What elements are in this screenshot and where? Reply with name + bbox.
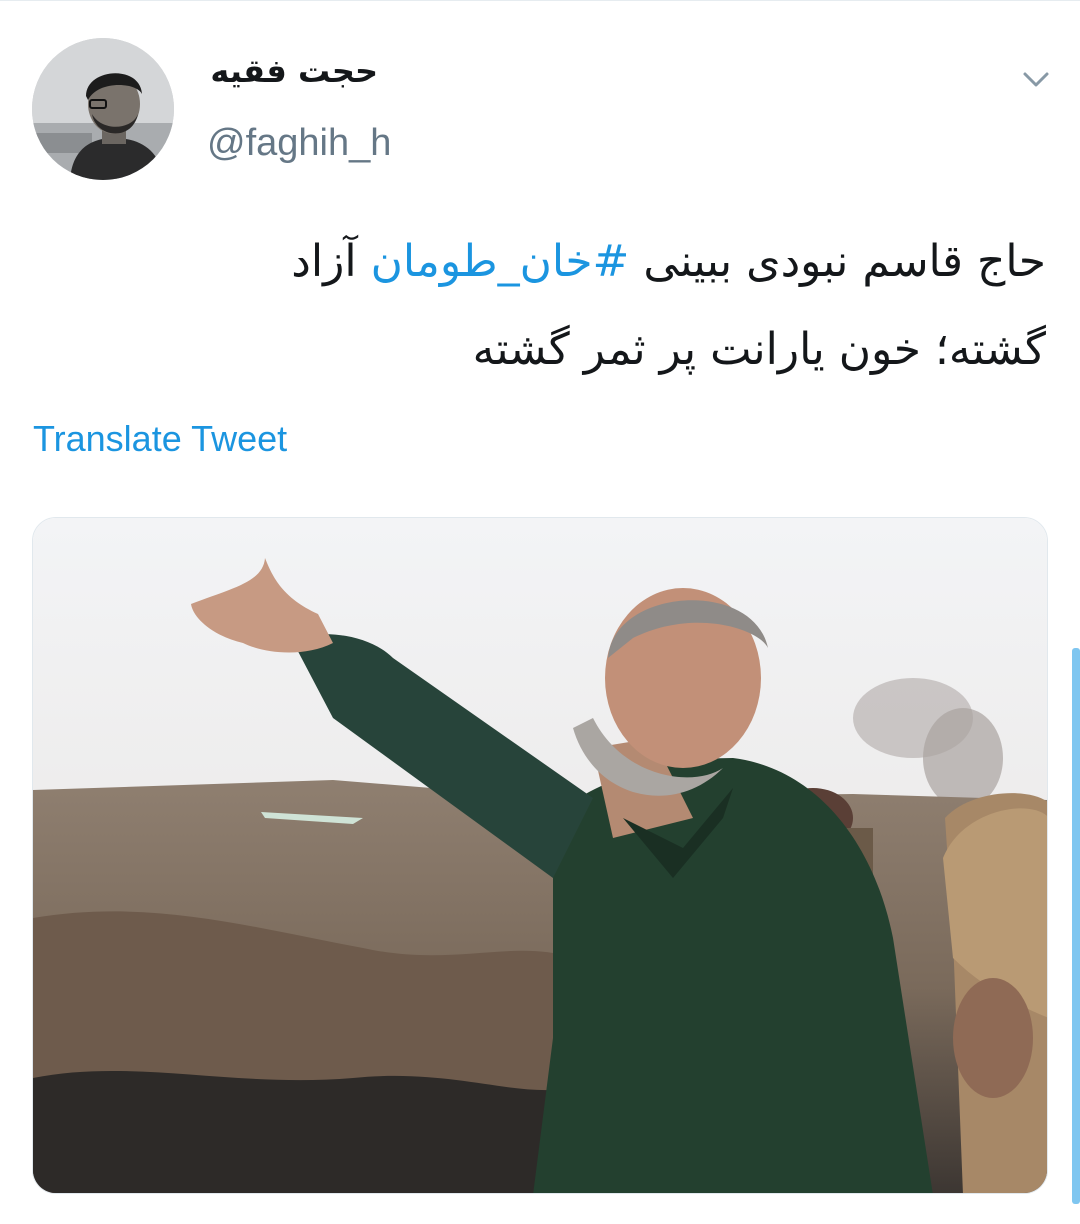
top-divider <box>0 0 1080 7</box>
avatar-photo <box>32 38 174 180</box>
tweet-text-line2: گشته؛ خون یارانت پر ثمر گشته <box>472 324 1046 375</box>
avatar[interactable] <box>32 38 174 180</box>
scrollbar-thumb[interactable] <box>1072 648 1080 1204</box>
tweet-photo[interactable] <box>32 517 1048 1194</box>
photo-scene <box>33 518 1047 1193</box>
tweet-text-part: آزاد <box>291 236 371 287</box>
chevron-down-icon[interactable] <box>1018 62 1054 98</box>
translate-tweet-link[interactable]: Translate Tweet <box>33 418 287 460</box>
tweet-text-part: حاج قاسم نبودی ببینی <box>629 236 1046 287</box>
tweet-text: حاج قاسم نبودی ببینی #خان_طومان آزاد گشت… <box>40 218 1046 394</box>
user-handle[interactable]: @faghih_h <box>207 122 391 165</box>
display-name[interactable]: حجت فقیه <box>208 52 378 90</box>
hashtag-link[interactable]: #خان_طومان <box>371 236 630 287</box>
